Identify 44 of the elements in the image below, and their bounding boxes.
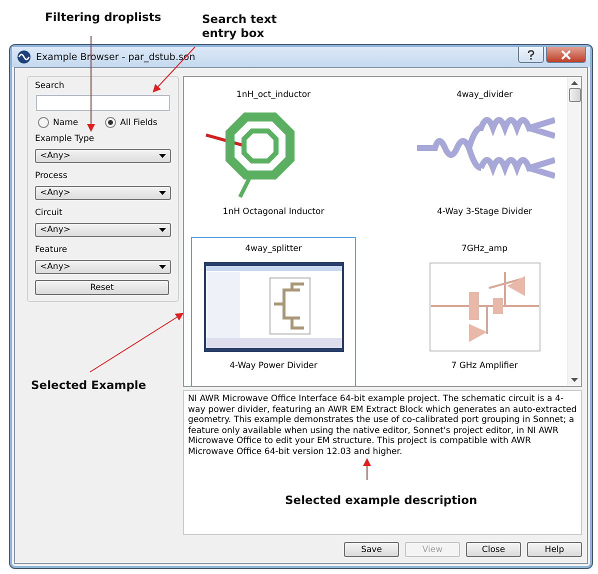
search-field[interactable] [36,95,170,111]
search-label: Search [35,81,64,91]
filter-label: Process [35,171,68,181]
dropdown-arrow-icon [159,228,166,232]
example-item[interactable]: 4way_divider 4-Way 3-Stage Divider [402,83,567,234]
reset-button[interactable]: Reset [35,280,169,295]
scroll-down-icon [571,378,578,382]
close-icon[interactable] [546,47,586,63]
callout-label: Search text entry box [202,12,278,40]
scrollbar[interactable] [567,77,581,386]
scroll-up-icon [571,81,578,85]
filter-dropdown[interactable]: <Any> [35,186,171,200]
example-name: 7GHz_amp [462,244,508,256]
example-item[interactable]: 7GHz_amp 7 GHz Amplifier [402,237,567,386]
dropdown-arrow-icon [159,265,166,269]
dropdown-arrow-icon [159,191,166,195]
example-name: 4way_divider [456,90,513,102]
filter-label: Example Type [35,134,94,144]
dropdown-arrow-icon [159,154,166,158]
example-caption: 4-Way 3-Stage Divider [436,207,532,217]
callout-arrow [363,458,371,480]
radio-option[interactable]: Name [38,117,78,128]
example-item[interactable]: 1nH_oct_inductor 1nH Octagonal Inductor [191,83,356,234]
callout-label: Filtering droplists [45,10,162,24]
example-caption: 4-Way Power Divider [230,361,318,371]
example-name: 4way_splitter [245,244,302,256]
app-icon [17,50,31,64]
filter-label: Circuit [35,208,62,218]
dialog-button[interactable]: Close [466,542,521,557]
callout-label: Selected Example [31,378,146,392]
example-caption: 1nH Octagonal Inductor [222,207,324,217]
filter-dropdown[interactable]: <Any> [35,149,171,163]
example-caption: 7 GHz Amplifier [451,361,518,371]
callout-label: Selected example description [285,493,478,507]
dialog-button[interactable]: Help [527,542,582,557]
filter-label: Feature [35,245,68,255]
radio-option[interactable]: All Fields [105,117,158,128]
filter-dropdown[interactable]: <Any> [35,260,171,274]
example-name: 1nH_oct_inductor [236,90,311,102]
dialog-button[interactable]: Save [344,542,399,557]
help-icon[interactable] [518,47,544,63]
scroll-thumb[interactable] [568,88,580,102]
example-item[interactable]: 4way_splitter 4-Way Power Divider [191,237,356,386]
filter-dropdown[interactable]: <Any> [35,223,171,237]
